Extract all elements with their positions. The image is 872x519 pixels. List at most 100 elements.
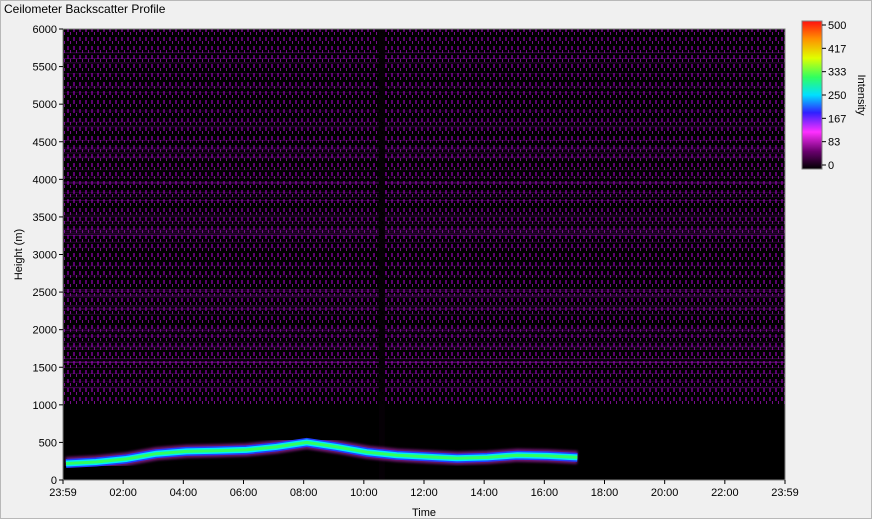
- haze-streak: [63, 91, 785, 93]
- x-tick-label: 18:00: [591, 487, 619, 499]
- haze-streak: [63, 341, 785, 343]
- haze-streak: [63, 265, 785, 267]
- haze-streak: [63, 358, 785, 360]
- haze-streak: [63, 156, 785, 158]
- x-tick-label: 20:00: [651, 487, 679, 499]
- colorbar: 500 417 333 250 167 83 0 Intensity: [801, 20, 867, 172]
- haze-streak: [63, 234, 785, 236]
- x-tick-label: 23:59: [49, 487, 77, 499]
- y-tick-label: 3500: [33, 212, 57, 224]
- haze-streak: [63, 308, 785, 310]
- haze-streak: [63, 294, 785, 296]
- haze-streak: [63, 121, 785, 123]
- haze-streak: [63, 223, 785, 225]
- haze-streak: [63, 157, 785, 159]
- haze-streak: [63, 140, 785, 142]
- colorbar-tick-label: 250: [828, 90, 846, 102]
- haze-streak: [63, 275, 785, 277]
- y-tick-label: 5500: [33, 62, 57, 74]
- haze-streak: [63, 381, 785, 383]
- haze-streak: [63, 296, 785, 298]
- haze-streak: [63, 331, 785, 333]
- backscatter-chart: 0500100015002000250030003500400045005000…: [13, 20, 867, 519]
- haze-streak: [63, 330, 785, 332]
- y-axis-label: Height (m): [13, 229, 25, 280]
- y-tick-label: 6000: [33, 24, 57, 36]
- haze-streak: [63, 360, 785, 362]
- y-tick-label: 1000: [33, 400, 57, 412]
- x-tick-label: 02:00: [109, 487, 137, 499]
- x-tick-label: 10:00: [350, 487, 378, 499]
- y-tick-label: 1500: [33, 362, 57, 374]
- y-tick-label: 5000: [33, 99, 57, 111]
- haze-streak: [63, 345, 785, 347]
- colorbar-tick-label: 83: [828, 137, 840, 149]
- haze-streak: [63, 295, 785, 297]
- haze-streak: [63, 169, 785, 171]
- haze-streak: [63, 220, 785, 222]
- x-tick-label: 12:00: [410, 487, 438, 499]
- haze-streak: [63, 232, 785, 234]
- haze-streak: [63, 62, 785, 64]
- haze-streak: [63, 233, 785, 235]
- haze-streak: [63, 86, 785, 88]
- haze-streak: [63, 58, 785, 60]
- haze-streak: [63, 213, 785, 215]
- haze-streak: [63, 289, 785, 291]
- haze-streak: [63, 176, 785, 178]
- haze-streak: [63, 386, 785, 388]
- colorbar-tick-label: 500: [828, 20, 846, 32]
- haze-streak: [63, 216, 785, 218]
- haze-streak: [63, 182, 785, 184]
- haze-streak: [63, 191, 785, 193]
- y-tick-label: 4500: [33, 137, 57, 149]
- haze-streak: [63, 196, 785, 198]
- y-tick-label: 2000: [33, 325, 57, 337]
- haze-streak: [63, 193, 785, 195]
- y-tick-label: 3000: [33, 250, 57, 262]
- haze-streak: [63, 367, 785, 369]
- haze-streak: [63, 127, 785, 129]
- haze-streak: [63, 52, 785, 54]
- haze-streak: [63, 241, 785, 243]
- colorbar-tick-label: 417: [828, 43, 846, 55]
- data-gap: [378, 29, 385, 480]
- haze-streak: [63, 247, 785, 249]
- haze-streak: [63, 149, 785, 151]
- haze-streak: [63, 110, 785, 112]
- plot-area: [63, 29, 785, 480]
- colorbar-tick-label: 0: [828, 160, 834, 172]
- y-tick-label: 0: [51, 475, 57, 487]
- x-tick-label: 08:00: [290, 487, 318, 499]
- haze-streak: [63, 372, 785, 374]
- haze-streak: [63, 349, 785, 351]
- haze-streak: [63, 125, 785, 127]
- colorbar-gradient: [801, 20, 823, 170]
- x-tick-label: 14:00: [470, 487, 498, 499]
- x-tick-label: 04:00: [170, 487, 198, 499]
- haze-streak: [63, 147, 785, 149]
- y-tick-label: 500: [39, 437, 57, 449]
- haze-streak: [63, 73, 785, 75]
- haze-streak: [63, 152, 785, 154]
- haze-streak: [63, 230, 785, 232]
- colorbar-label: Intensity: [855, 75, 867, 116]
- haze-streak: [63, 228, 785, 230]
- haze-streak: [63, 291, 785, 293]
- x-axis-label: Time: [412, 507, 436, 519]
- x-tick-label: 16:00: [531, 487, 559, 499]
- haze-streak: [63, 200, 785, 202]
- y-tick-label: 4000: [33, 174, 57, 186]
- haze-streak: [63, 335, 785, 337]
- haze-streak: [63, 305, 785, 307]
- haze-streak: [63, 313, 785, 315]
- x-tick-label: 23:59: [771, 487, 799, 499]
- colorbar-tick-label: 333: [828, 67, 846, 79]
- haze-streak: [63, 347, 785, 349]
- x-tick-label: 22:00: [711, 487, 739, 499]
- haze-streak: [63, 215, 785, 217]
- haze-streak: [63, 327, 785, 329]
- x-tick-label: 06:00: [230, 487, 258, 499]
- y-tick-label: 2500: [33, 287, 57, 299]
- colorbar-tick-label: 167: [828, 113, 846, 125]
